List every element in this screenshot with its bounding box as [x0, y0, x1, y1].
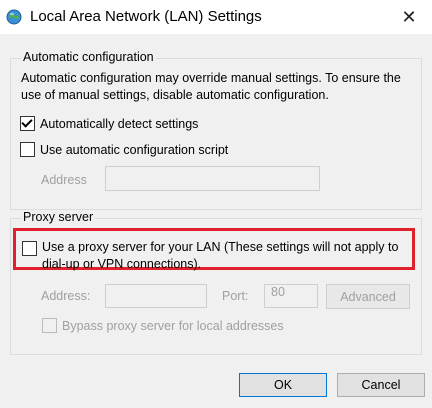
auto-detect-label: Automatically detect settings [40, 116, 199, 131]
auto-config-script-label: Use automatic configuration script [40, 142, 229, 157]
use-proxy-checkbox[interactable] [22, 241, 37, 256]
proxy-server-legend: Proxy server [21, 210, 96, 224]
auto-detect-settings-option[interactable]: Automatically detect settings [20, 116, 198, 131]
close-icon: ✕ [401, 6, 417, 27]
ok-button[interactable]: OK [239, 373, 327, 397]
cancel-button-label: Cancel [361, 378, 401, 392]
advanced-button: Advanced [326, 284, 410, 309]
use-proxy-label-line2: dial-up or VPN connections). [42, 257, 202, 271]
proxy-address-label: Address: [41, 289, 91, 303]
auto-detect-checkbox[interactable] [20, 116, 35, 131]
window-title: Local Area Network (LAN) Settings [30, 8, 262, 25]
auto-config-script-checkbox[interactable] [20, 142, 35, 157]
use-proxy-label-line1: Use a proxy server for your LAN (These s… [42, 240, 399, 254]
dialog-body: Automatic configuration Automatic config… [0, 34, 432, 408]
script-address-label: Address [41, 173, 87, 187]
proxy-address-input [105, 284, 207, 308]
use-proxy-option[interactable]: Use a proxy server for your LAN (These s… [22, 239, 398, 273]
network-globe-icon [6, 9, 22, 25]
bypass-proxy-option: Bypass proxy server for local addresses [42, 318, 284, 333]
proxy-port-label: Port: [222, 289, 249, 303]
proxy-port-input: 80 [264, 284, 318, 308]
bypass-proxy-checkbox [42, 318, 57, 333]
automatic-configuration-description: Automatic configuration may override man… [21, 71, 401, 102]
script-address-input [105, 166, 320, 191]
automatic-configuration-legend: Automatic configuration [21, 50, 156, 64]
advanced-button-label: Advanced [340, 289, 396, 304]
cancel-button[interactable]: Cancel [337, 373, 425, 397]
title-bar: Local Area Network (LAN) Settings ✕ [0, 0, 432, 34]
ok-button-label: OK [273, 378, 293, 392]
close-button[interactable]: ✕ [386, 0, 432, 34]
bypass-proxy-label: Bypass proxy server for local addresses [62, 318, 284, 333]
auto-config-script-option[interactable]: Use automatic configuration script [20, 142, 228, 157]
